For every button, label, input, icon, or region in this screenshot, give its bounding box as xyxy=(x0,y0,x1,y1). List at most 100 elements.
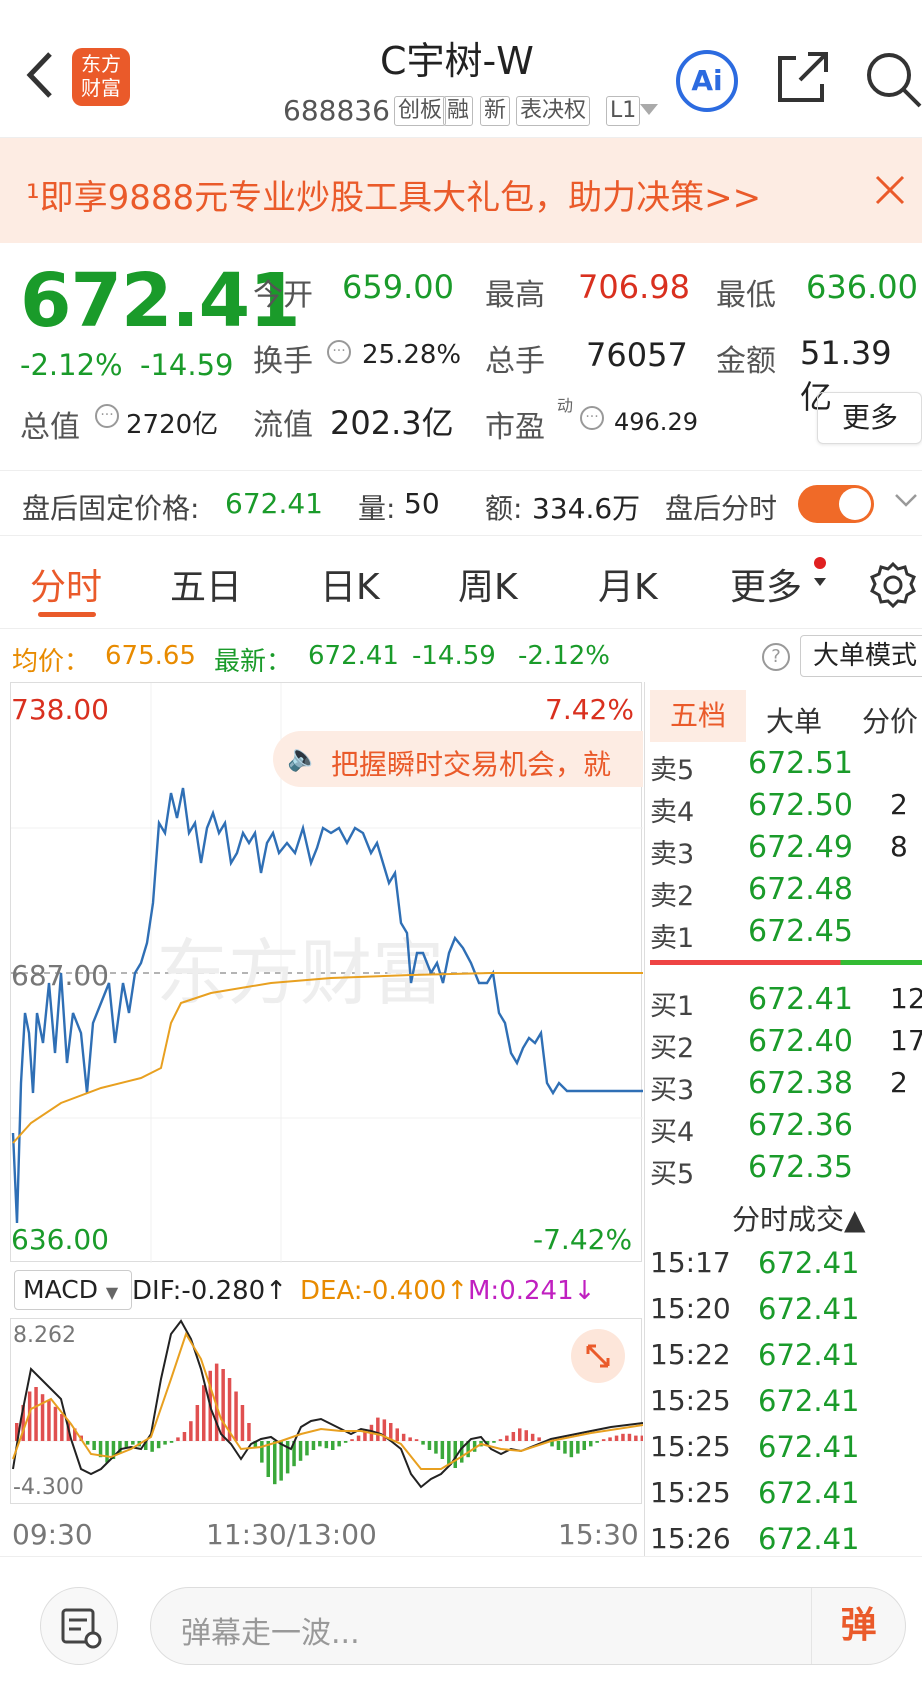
tag-level[interactable]: L1 xyxy=(606,96,641,126)
macd-histogram-bar xyxy=(582,1441,586,1450)
macd-histogram-bar xyxy=(279,1441,283,1481)
macd-histogram-bar xyxy=(492,1441,496,1443)
tab-daily-k[interactable]: 日K xyxy=(320,558,380,610)
caret-down-icon: ▼ xyxy=(105,1283,119,1302)
trade-time: 15:25 xyxy=(650,1476,731,1509)
after-hours-toggle[interactable] xyxy=(798,485,874,523)
caret-down-icon xyxy=(814,578,826,586)
orderbook-buys-volume: 17 xyxy=(890,1024,922,1057)
pct-bottom-label: -7.42% xyxy=(533,1223,633,1256)
turnover-value: 25.28% xyxy=(362,340,462,370)
macd-histogram-bar xyxy=(163,1441,167,1445)
macd-dif: DIF:-0.280↑ xyxy=(132,1276,287,1306)
macd-histogram-bar xyxy=(589,1441,593,1447)
tag-voting: 表决权 xyxy=(516,96,591,126)
trade-price: 672.41 xyxy=(758,1246,860,1280)
tab-monthly-k[interactable]: 月K xyxy=(598,558,658,610)
share-icon[interactable] xyxy=(774,50,830,106)
promo-banner[interactable]: ¹即享9888元专业炒股工具大礼包，助力决策>> xyxy=(0,138,922,243)
expand-icon[interactable] xyxy=(571,1329,625,1383)
trade-price: 672.41 xyxy=(758,1476,860,1510)
tab-five-day[interactable]: 五日 xyxy=(170,558,242,610)
macd-histogram-bar xyxy=(311,1441,316,1450)
macd-histogram-bar xyxy=(460,1441,464,1463)
orderbook-sells-label: 卖1 xyxy=(650,923,695,954)
info-icon[interactable]: ··· xyxy=(580,406,604,430)
macd-histogram-bar xyxy=(60,1414,64,1441)
info-icon[interactable]: ··· xyxy=(95,404,119,428)
macd-histogram-bar xyxy=(530,1433,535,1441)
orderbook-sells-label: 卖3 xyxy=(650,839,695,870)
orderbook-sells-label: 卖5 xyxy=(650,755,695,786)
ai-button[interactable]: Ai xyxy=(676,50,738,112)
big-order-mode-button[interactable]: 大单模式 xyxy=(800,635,922,677)
trade-time: 15:26 xyxy=(650,1522,731,1555)
macd-histogram-bar xyxy=(614,1435,619,1441)
macd-histogram-bar xyxy=(447,1441,451,1465)
macd-histogram-bar xyxy=(576,1441,580,1454)
search-icon[interactable] xyxy=(864,50,922,108)
orderbook-tab-five[interactable]: 五档 xyxy=(650,690,746,742)
orderbook-buys-label: 买3 xyxy=(650,1075,695,1106)
change-pct: -2.12% xyxy=(20,348,123,382)
macd-histogram-bar xyxy=(414,1439,419,1441)
macd-histogram-bar xyxy=(85,1441,90,1445)
notes-icon[interactable] xyxy=(40,1587,118,1665)
latest-label: 最新： xyxy=(214,647,293,677)
macd-histogram-bar xyxy=(421,1441,425,1445)
market-cap-label: 总值 xyxy=(20,410,80,445)
trade-time: 15:22 xyxy=(650,1338,731,1371)
macd-histogram-bar xyxy=(234,1391,238,1441)
close-icon[interactable] xyxy=(874,174,906,206)
time-label-close: 15:30 xyxy=(558,1518,639,1551)
macd-histogram-bar xyxy=(556,1441,561,1450)
orderbook-sells-volume: 8 xyxy=(890,830,908,863)
macd-histogram-bar xyxy=(331,1441,335,1450)
macd-histogram-bar xyxy=(640,1435,643,1441)
orderbook-buys-price: 672.35 xyxy=(748,1150,853,1185)
tab-intraday[interactable]: 分时 xyxy=(30,558,102,610)
intraday-chart[interactable]: 东方财富 738.00 7.42% 687.00 636.00 -7.42% 🔈… xyxy=(10,682,643,1263)
macd-histogram-bar xyxy=(34,1387,38,1441)
latest-pct: -2.12% xyxy=(518,641,610,671)
chevron-down-icon[interactable] xyxy=(894,493,918,513)
macd-histogram-bar xyxy=(150,1441,154,1452)
pe-value: 496.29 xyxy=(614,408,698,436)
orderbook-tab-big[interactable]: 大单 xyxy=(766,700,822,740)
more-button[interactable]: 更多 xyxy=(817,392,922,444)
macd-histogram-bar xyxy=(621,1433,625,1441)
macd-histogram-bar xyxy=(176,1437,180,1441)
info-icon[interactable]: ··· xyxy=(327,340,351,364)
macd-histogram-bar xyxy=(221,1369,225,1441)
macd-histogram-bar xyxy=(518,1428,522,1441)
help-icon[interactable]: ? xyxy=(762,643,790,671)
macd-histogram-bar xyxy=(53,1406,58,1441)
dropdown-icon[interactable] xyxy=(640,104,658,115)
settings-icon[interactable] xyxy=(868,560,918,610)
after-amt-label: 额: xyxy=(485,492,523,525)
macd-chart[interactable]: 8.262 -4.300 xyxy=(10,1318,643,1504)
tab-weekly-k[interactable]: 周K xyxy=(458,558,518,610)
pe-superscript: 动 xyxy=(557,396,574,415)
avg-label: 均价： xyxy=(12,647,91,677)
time-label-mid: 11:30/13:00 xyxy=(206,1518,377,1551)
macd-selector[interactable]: MACD ▼ xyxy=(14,1270,132,1310)
back-icon[interactable] xyxy=(22,50,58,100)
danmu-send-button[interactable]: 弹 xyxy=(811,1588,905,1664)
app-logo: 东方 财富 xyxy=(72,48,130,106)
orderbook-buys-label: 买1 xyxy=(650,991,695,1022)
tab-more[interactable]: 更多 xyxy=(730,558,802,610)
after-toggle-label: 盘后分时 xyxy=(665,492,778,525)
danmu-input[interactable]: 弹幕走一波... 弹 xyxy=(150,1587,906,1665)
macd-histogram-bar xyxy=(240,1405,245,1441)
avg-value: 675.65 xyxy=(105,641,196,671)
trade-price: 672.41 xyxy=(758,1430,860,1464)
orderbook-buys-price: 672.40 xyxy=(748,1024,853,1059)
price-mid-label: 687.00 xyxy=(11,959,109,992)
trade-tip-banner[interactable]: 🔈 把握瞬时交易机会，就 xyxy=(273,731,643,787)
macd-histogram-bar xyxy=(182,1432,187,1441)
orderbook-tab-price[interactable]: 分价 xyxy=(862,700,918,740)
open-value: 659.00 xyxy=(342,268,454,306)
trades-title[interactable]: 分时成交▲ xyxy=(732,1198,866,1238)
volume-value: 76057 xyxy=(586,336,688,374)
